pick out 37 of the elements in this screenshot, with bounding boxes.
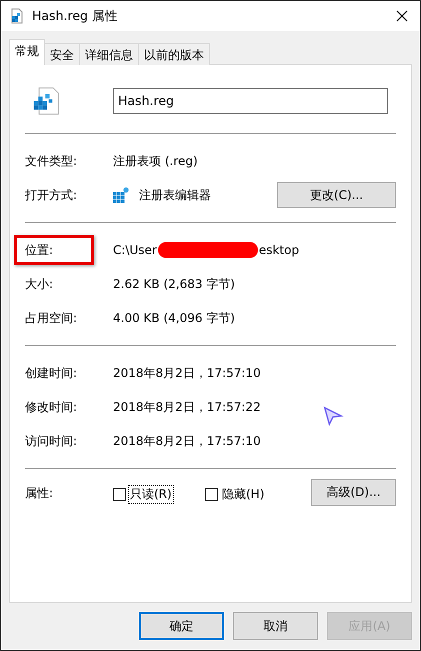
window-title: Hash.reg 属性 [32,8,119,24]
file-type-label: 文件类型: [25,152,78,170]
opens-with-value: 注册表编辑器 [139,186,212,204]
time-value: 2018年8月2日，17:57:22 [113,398,261,416]
file-type-value: 注册表项 (.reg) [113,152,198,170]
size-value: 4.00 KB (4,096 字节) [113,310,235,326]
dialog-button[interactable]: 确定 [139,612,224,640]
tab[interactable]: 详细信息 [79,43,139,65]
attributes-label: 属性: [25,485,54,502]
registry-file-icon [9,8,25,24]
advanced-button[interactable]: 高级(D)... [311,479,396,506]
location-value: C:\User [113,243,157,257]
checkbox-label[interactable]: 隐藏(H) [220,485,266,504]
location-value: esktop [258,243,300,257]
time-value: 2018年8月2日，17:57:10 [113,364,261,382]
size-label: 大小: [25,276,54,292]
checkbox-label[interactable]: 只读(R) [128,485,174,504]
size-label: 占用空间: [25,310,78,326]
dialog-button[interactable]: 取消 [233,612,318,640]
name-field[interactable]: Hash.reg [113,88,388,114]
time-value: 2018年8月2日，17:57:10 [113,432,261,450]
time-label: 创建时间: [25,364,78,382]
tab[interactable]: 安全 [44,43,80,65]
tab[interactable]: 以前的版本 [138,43,210,65]
change-button[interactable]: 更改(C)... [277,182,396,208]
tab[interactable]: 常规 [9,39,45,65]
size-value: 2.62 KB (2,683 字节) [113,276,235,292]
cursor-icon [322,405,344,427]
checkbox[interactable] [205,488,218,501]
time-label: 访问时间: [25,432,78,450]
checkbox[interactable] [113,488,126,501]
registry-file-icon [33,86,61,116]
location-label: 位置: [25,242,54,258]
opens-with-label: 打开方式: [25,186,78,204]
close-icon[interactable] [396,10,408,22]
time-label: 修改时间: [25,398,78,416]
registry-editor-icon [113,187,129,203]
